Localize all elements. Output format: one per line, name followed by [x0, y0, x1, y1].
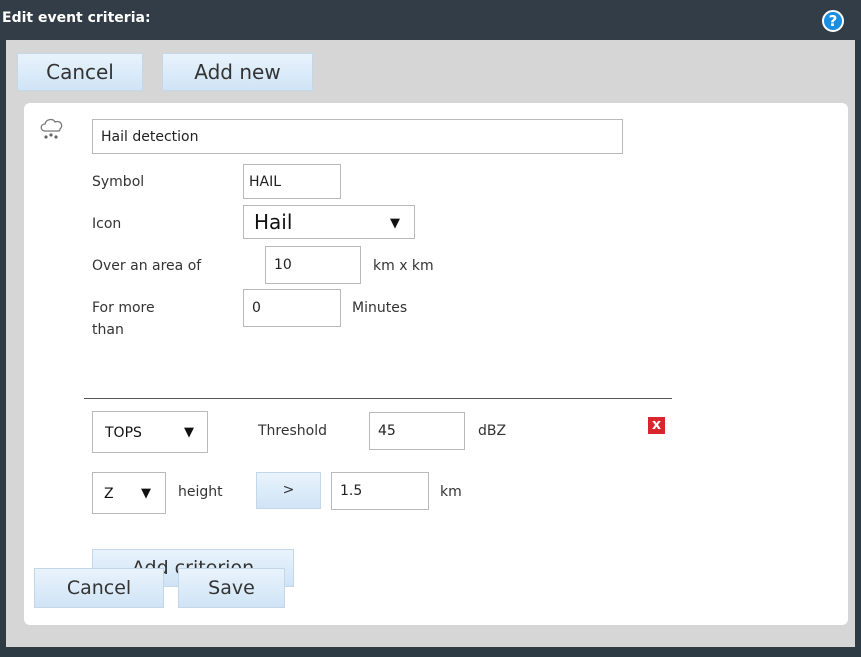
symbol-label: Symbol: [92, 174, 145, 190]
icon-label: Icon: [92, 216, 122, 232]
height-label: height: [178, 484, 223, 500]
icon-select-value: Hail: [254, 210, 293, 234]
height-input[interactable]: [331, 472, 429, 510]
add-new-button[interactable]: Add new: [162, 53, 313, 91]
area-label: Over an area of: [92, 258, 202, 274]
triangle-down-icon: ▼: [390, 216, 400, 231]
save-button[interactable]: Save: [178, 568, 285, 608]
icon-select[interactable]: Hail ▼: [243, 205, 415, 239]
hail-cloud-icon: [37, 116, 67, 142]
event-criteria-card: Symbol Icon Hail ▼ Over an area of km x …: [24, 103, 848, 625]
area-input[interactable]: [265, 246, 361, 284]
criteria-divider: [84, 398, 672, 399]
cancel-button-top[interactable]: Cancel: [17, 53, 143, 91]
height-product-value: Z: [104, 486, 114, 502]
remove-criterion-button[interactable]: x: [648, 417, 665, 434]
dialog-titlebar: Edit event criteria: ?: [0, 0, 861, 40]
triangle-down-icon: ▼: [141, 486, 151, 501]
symbol-input[interactable]: [243, 164, 341, 199]
threshold-label: Threshold: [258, 423, 327, 439]
threshold-input[interactable]: [369, 412, 465, 450]
height-unit: km: [440, 484, 462, 500]
height-operator-button[interactable]: >: [256, 472, 321, 509]
area-unit: km x km: [373, 258, 434, 274]
triangle-down-icon: ▼: [184, 425, 194, 440]
duration-unit: Minutes: [352, 300, 408, 316]
cancel-button-bottom[interactable]: Cancel: [34, 568, 164, 608]
event-name-input[interactable]: [92, 119, 623, 154]
threshold-unit: dBZ: [478, 423, 507, 439]
duration-label-line2: than: [92, 322, 124, 338]
dialog-body: Cancel Add new Symbol Icon Hail ▼ Over a…: [6, 40, 855, 647]
help-icon[interactable]: ?: [822, 10, 844, 32]
duration-label-line1: For more: [92, 300, 155, 316]
product-select[interactable]: TOPS ▼: [92, 411, 208, 453]
height-product-select[interactable]: Z ▼: [92, 472, 166, 514]
product-select-value: TOPS: [105, 425, 142, 441]
dialog-title: Edit event criteria:: [2, 10, 151, 26]
duration-input[interactable]: [243, 289, 341, 327]
